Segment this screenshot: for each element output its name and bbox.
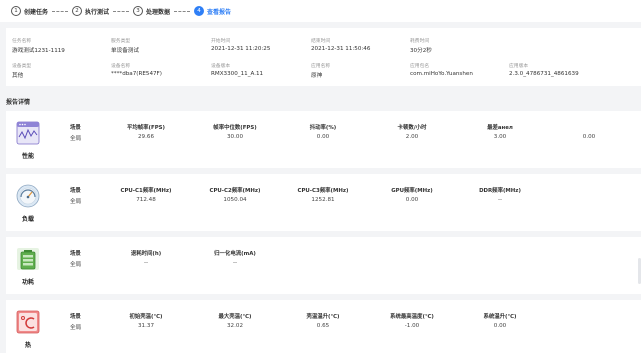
device-id-value: ****dba7(RE547F) [111, 71, 162, 77]
table-cell: 全局 [70, 199, 82, 205]
duration-label: 耗费时间 [410, 39, 430, 44]
power-card: 功耗 场景 退耗时间(h) 归一化电流(mA) 全局 -- -- [6, 237, 641, 294]
service-type-value: 单设备测试 [111, 48, 139, 54]
table-cell: 30.00 [226, 134, 244, 140]
device-type-value: 其他 [12, 73, 24, 79]
column-header: CPU-C1频率(MHz) [120, 188, 172, 194]
table-cell: 1252.81 [311, 197, 335, 203]
start-time-value: 2021-12-31 11:20:25 [211, 46, 271, 52]
end-time-value: 2021-12-31 11:50:46 [311, 46, 371, 52]
table-cell: 0.00 [582, 134, 596, 140]
column-header: 最大壳温(℃) [218, 314, 252, 320]
device-version-label: 设备版本 [211, 64, 231, 69]
table-cell: 全局 [70, 325, 82, 331]
performance-card: 性能 场景 平均帧率(FPS) 帧率中位数(FPS) 抖动率(%) 卡顿数/小时… [6, 111, 641, 168]
card-title: 负载 [21, 216, 34, 223]
column-header: 场景 [70, 125, 81, 131]
column-header: GPU频率(MHz) [391, 188, 433, 194]
device-id-label: 设备名称 [111, 64, 131, 69]
table-cell: 0.00 [316, 134, 330, 140]
table-cell: -1.00 [404, 323, 420, 329]
column-header: DDR频率(MHz) [479, 188, 521, 194]
step-connector [174, 10, 191, 12]
step-view-report[interactable]: 4 查看报告 [194, 6, 231, 16]
step-run-test[interactable]: 2 执行测试 [72, 6, 109, 16]
table-cell: 29.66 [137, 134, 155, 140]
column-header: CPU-C2频率(MHz) [209, 188, 261, 194]
duration-value: 30分2秒 [410, 48, 432, 54]
column-header: 场景 [70, 314, 81, 320]
report-details-title: 报告详情 [6, 99, 31, 106]
table-cell: 0.00 [405, 197, 419, 203]
step-create-task[interactable]: 1 创建任务 [11, 6, 48, 16]
service-type-label: 服务类型 [111, 39, 131, 44]
gauge-icon [16, 184, 40, 208]
column-header: 平均帧率(FPS) [126, 125, 166, 131]
table-cell: -- [232, 260, 238, 266]
step-connector [52, 10, 69, 12]
step-number: 3 [133, 6, 144, 16]
column-header: 归一化电流(mA) [214, 251, 256, 257]
column-header: 系统温升(℃) [483, 314, 517, 320]
table-cell: 0.00 [493, 323, 507, 329]
table-cell: 712.48 [136, 197, 156, 203]
package-name-value: com.miHoYo.Yuanshen [410, 71, 473, 77]
task-name-label: 任务名称 [12, 39, 32, 44]
thermal-card: 热 场景 初始壳温(℃) 最大壳温(℃) 壳温温升(℃) 系统最高温度(℃) 系… [6, 300, 641, 353]
table-cell: 全局 [70, 262, 82, 268]
column-header: 壳温温升(℃) [306, 314, 340, 320]
column-header: 卡顿数/小时 [397, 125, 427, 131]
column-header: 退耗时间(h) [130, 251, 162, 257]
card-title: 性能 [21, 153, 34, 160]
start-time-label: 开始时间 [211, 39, 231, 44]
package-name-label: 应用包名 [410, 64, 430, 69]
device-version-value: RMX3300_11_A.11 [211, 71, 264, 77]
end-time-label: 结束时间 [311, 39, 331, 44]
step-label: 处理数据 [146, 8, 171, 16]
step-process-data[interactable]: 3 处理数据 [133, 6, 170, 16]
column-header: 系统最高温度(℃) [390, 314, 434, 320]
battery-icon [16, 247, 40, 271]
step-number: 2 [72, 6, 83, 16]
table-cell: -- [143, 260, 149, 266]
column-header: 抖动率(%) [309, 125, 337, 131]
app-name-label: 应用名称 [311, 64, 331, 69]
table-cell: 32.02 [226, 323, 244, 329]
device-type-label: 设备类型 [12, 64, 32, 69]
column-header: 场景 [70, 188, 81, 194]
table-cell: -- [497, 197, 503, 203]
column-header: CPU-C3频率(MHz) [297, 188, 349, 194]
app-name-value: 原神 [311, 73, 323, 79]
column-header: 帧率中位数(FPS) [213, 125, 257, 131]
step-number: 4 [194, 6, 205, 16]
table-cell: 2.00 [405, 134, 419, 140]
table-cell: 0.65 [316, 323, 330, 329]
table-cell: 全局 [70, 136, 82, 142]
step-number: 1 [11, 6, 21, 16]
table-cell: 1050.04 [223, 197, 247, 203]
load-card: 负载 场景 CPU-C1频率(MHz) CPU-C2频率(MHz) CPU-C3… [6, 174, 641, 231]
step-label: 查看报告 [207, 8, 232, 16]
column-header: 最差анел [487, 125, 513, 131]
column-header: 场景 [70, 251, 81, 257]
step-label: 创建任务 [24, 8, 49, 16]
table-cell: 31.37 [137, 323, 155, 329]
thermometer-celsius-icon [16, 310, 40, 334]
card-title: 功耗 [21, 279, 34, 286]
app-version-label: 应用版本 [509, 64, 529, 69]
column-header: 初始壳温(℃) [129, 314, 163, 320]
step-progress-bar: 1 创建任务 2 执行测试 3 处理数据 4 查看报告 [0, 0, 641, 22]
performance-chart-icon [16, 121, 40, 145]
card-title: 热 [24, 342, 31, 349]
app-version-value: 2.3.0_4786731_4861639 [509, 71, 579, 77]
step-label: 执行测试 [85, 8, 110, 16]
task-info-panel: 任务名称 游戏测试1231-1119 服务类型 单设备测试 开始时间 2021-… [6, 28, 641, 86]
table-cell: 3.00 [493, 134, 507, 140]
step-connector [113, 10, 130, 12]
task-name-value: 游戏测试1231-1119 [12, 48, 65, 54]
